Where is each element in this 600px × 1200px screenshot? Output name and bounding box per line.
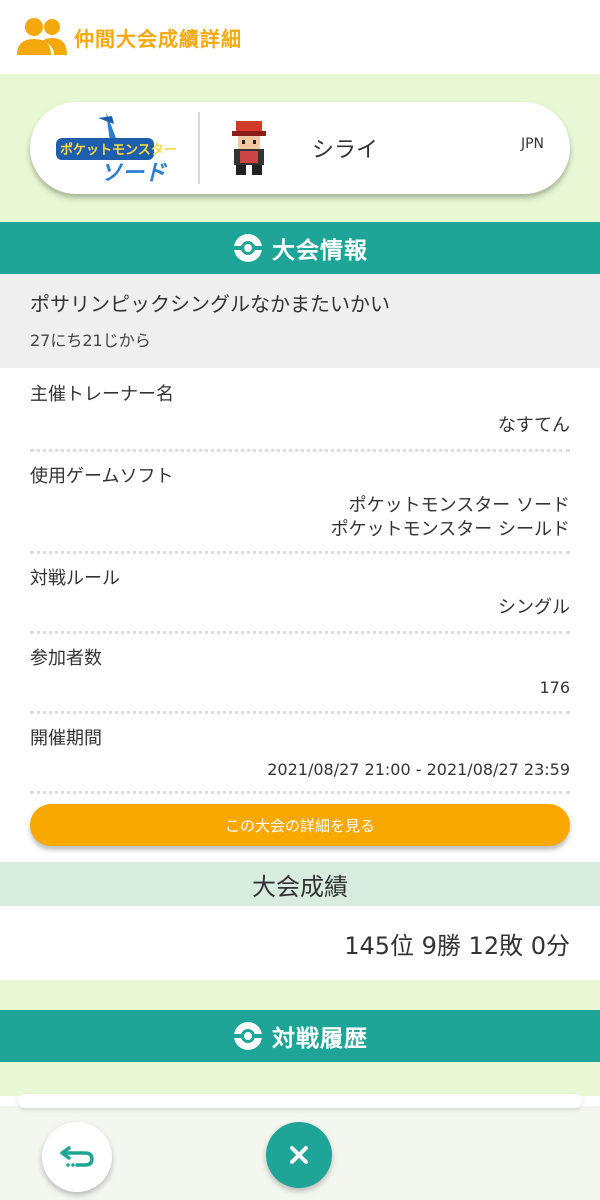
close-icon: [290, 1146, 308, 1164]
info-list: 主催トレーナー名 なすてん 使用ゲームソフト ポケットモンスター ソード ポケッ…: [0, 368, 600, 794]
info-label: 開催期間: [30, 728, 102, 749]
close-button[interactable]: [266, 1122, 332, 1188]
card-divider: [198, 112, 200, 184]
info-value: 176: [539, 678, 570, 697]
profile-zone: ポケットモンスター ソード シライ JPN: [0, 74, 600, 222]
event-name-block: ポサリンピックシングルなかまたいかい 27にち21じから: [0, 274, 600, 368]
trainer-name: シライ: [312, 138, 379, 163]
info-value: なすてん: [497, 415, 570, 436]
info-value: 2021/08/27 21:00 - 2021/08/27 23:59: [267, 760, 570, 779]
info-row-rule: 対戦ルール シングル: [30, 564, 570, 634]
info-label: 主催トレーナー名: [30, 384, 174, 405]
battle-history-header: 対戦履歴: [0, 1010, 600, 1062]
back-button[interactable]: [42, 1122, 112, 1192]
svg-text:ポケットモンスター: ポケットモンスター: [60, 142, 176, 158]
spacer: [0, 980, 600, 1010]
friends-icon: [17, 18, 67, 55]
bottom-nav: [0, 1094, 600, 1200]
svg-text:ソード: ソード: [100, 161, 168, 186]
profile-card: ポケットモンスター ソード シライ JPN: [30, 102, 570, 194]
info-value-line: ポケットモンスター ソード: [348, 495, 570, 516]
results-header: 大会成績: [0, 862, 600, 906]
info-label: 対戦ルール: [30, 568, 120, 589]
page-title: 仲間大会成績詳細: [74, 26, 242, 51]
pokeball-icon: [234, 1022, 262, 1050]
event-subtitle: 27にち21じから: [30, 331, 151, 350]
history-card[interactable]: [18, 1094, 582, 1108]
info-label: 使用ゲームソフト: [30, 466, 174, 487]
app-header: 仲間大会成績詳細: [0, 0, 600, 74]
pokeball-icon: [234, 234, 262, 262]
section-title: 対戦履歴: [272, 1026, 368, 1052]
results-value: 145位 9勝 12敗 0分: [0, 906, 600, 980]
back-arrow-icon: [60, 1146, 94, 1167]
event-name: ポサリンピックシングルなかまたいかい: [30, 292, 390, 316]
info-row-period: 開催期間 2021/08/27 21:00 - 2021/08/27 23:59: [30, 724, 570, 794]
section-title: 大会情報: [272, 238, 368, 264]
info-value: シングル: [498, 597, 570, 618]
battle-history-list: [0, 1062, 600, 1096]
info-value-line: ポケットモンスター シールド: [330, 519, 570, 540]
sword-logo-icon: ポケットモンスター ソード: [56, 112, 177, 186]
tournament-info-header: 大会情報: [0, 222, 600, 274]
region-label: JPN: [520, 136, 544, 152]
info-label: 参加者数: [30, 648, 102, 669]
game-logo: ポケットモンスター ソード: [54, 108, 177, 188]
trainer-avatar: [232, 121, 266, 175]
info-row-host: 主催トレーナー名 なすてん: [30, 380, 570, 452]
tournament-detail-button[interactable]: この大会の詳細を見る: [30, 804, 570, 846]
info-row-participants: 参加者数 176: [30, 644, 570, 714]
info-row-game-software: 使用ゲームソフト ポケットモンスター ソード ポケットモンスター シールド: [30, 462, 570, 554]
